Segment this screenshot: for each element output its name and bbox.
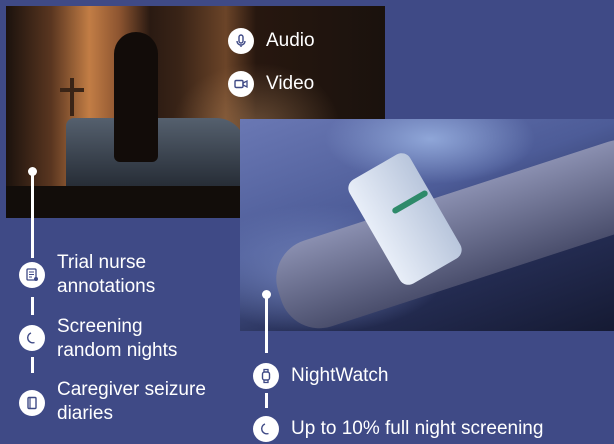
screening-line2: random nights (57, 340, 178, 361)
video-label: Video (266, 73, 315, 94)
left-connector-line (31, 172, 34, 258)
audio-item: Audio (228, 28, 315, 54)
nightwatch-label: NightWatch (291, 365, 389, 386)
list-item-nightwatch: NightWatch (253, 363, 389, 389)
audio-label: Audio (266, 30, 315, 51)
diaries-line2: diaries (57, 403, 113, 424)
wrist-device-photo (240, 119, 614, 331)
night-screening-label: Up to 10% full night screening (291, 418, 544, 439)
moon-icon (19, 325, 45, 351)
annotation-icon (19, 262, 45, 288)
right-connector-line (265, 295, 268, 353)
screening-line1: Screening (57, 316, 143, 337)
watch-icon (253, 363, 279, 389)
annotations-line1: Trial nurse (57, 252, 147, 273)
moon-icon (253, 416, 279, 442)
person-silhouette (114, 32, 158, 162)
microphone-icon (228, 28, 254, 54)
left-connector-segment (31, 297, 34, 315)
list-item-screening: Screening random nights (19, 316, 178, 363)
diary-icon (19, 390, 45, 416)
list-item-diaries: Caregiver seizure diaries (19, 379, 206, 426)
list-item-night-screening: Up to 10% full night screening (253, 416, 543, 442)
annotations-line2: annotations (57, 276, 156, 297)
diaries-line1: Caregiver seizure (57, 379, 206, 400)
right-connector-segment (265, 393, 268, 408)
wall-cross (70, 78, 74, 116)
video-camera-icon (228, 71, 254, 97)
wall-cross-bar (60, 88, 84, 92)
video-item: Video (228, 71, 314, 97)
list-item-annotations: Trial nurse annotations (19, 252, 156, 299)
